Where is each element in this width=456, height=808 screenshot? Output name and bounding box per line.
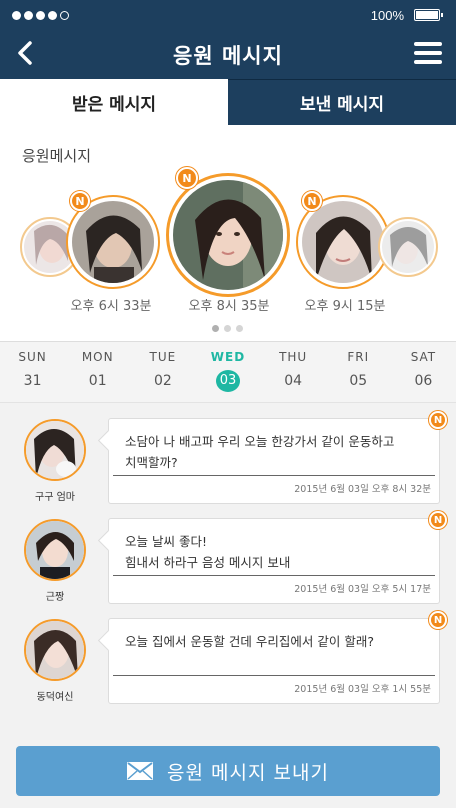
status-bar: 100% <box>0 0 456 30</box>
day-name: TUE <box>149 350 177 364</box>
cheer-time-center: 오후 8시 35분 <box>188 299 270 314</box>
person-photo <box>302 201 384 283</box>
day-name: SUN <box>18 350 47 364</box>
person-photo <box>173 180 283 290</box>
message-bubble[interactable]: 오늘 집에서 운동할 건데 우리집에서 같이 할래? 2015년 6월 03일 … <box>108 611 447 704</box>
new-badge: N <box>429 411 447 429</box>
tab-sent[interactable]: 보낸 메시지 <box>228 79 456 125</box>
message-bubble[interactable]: 소담아 나 배고파 우리 오늘 한강가서 같이 운동하고 치맥할까? 2015년… <box>108 411 447 504</box>
avatar[interactable] <box>24 619 86 681</box>
cheer-time-right: 오후 9시 15분 <box>304 299 386 314</box>
avatar-center[interactable] <box>166 173 290 297</box>
message-time: 2015년 6월 03일 오후 1시 55분 <box>294 684 431 695</box>
day-name: MON <box>81 350 114 364</box>
section-title: 응원메시지 <box>22 147 92 165</box>
day-fri[interactable]: FRI 05 <box>326 342 391 402</box>
cheer-carousel: 응원메시지 N N N 오후 6시 33분 오후 8시 35분 오후 9시 15… <box>0 125 456 341</box>
person-photo <box>26 521 84 579</box>
day-number: 02 <box>153 373 172 389</box>
day-mon[interactable]: MON 01 <box>65 342 130 402</box>
sender-name: 근짱 <box>45 592 65 603</box>
new-badge: N <box>429 611 447 629</box>
day-number: 06 <box>414 373 433 389</box>
menu-button[interactable] <box>414 42 442 64</box>
cheer-time-left: 오후 6시 33분 <box>70 299 152 314</box>
divider <box>113 475 435 476</box>
avatar[interactable] <box>24 419 86 481</box>
person-photo <box>26 621 84 679</box>
day-number: 01 <box>88 373 107 389</box>
message-text: 오늘 집에서 운동할 건데 우리집에서 같이 할래? <box>125 634 374 649</box>
person-photo <box>72 201 154 283</box>
send-cheer-button[interactable]: 응원 메시지 보내기 <box>16 746 440 796</box>
day-number: 04 <box>284 373 303 389</box>
battery-percent: 100% <box>370 8 404 23</box>
day-sat[interactable]: SAT 06 <box>391 342 456 402</box>
avatar[interactable] <box>24 519 86 581</box>
day-name: FRI <box>347 350 370 364</box>
list-item[interactable]: 동덕여신 오늘 집에서 운동할 건데 우리집에서 같이 할래? 2015년 6월… <box>0 604 456 704</box>
avatar-faded-right[interactable] <box>378 217 438 277</box>
day-thu[interactable]: THU 04 <box>261 342 326 402</box>
message-time: 2015년 6월 03일 오후 8시 32분 <box>294 484 431 495</box>
top-bar: 100% 응원 메시지 <box>0 0 456 79</box>
day-number: 31 <box>23 373 42 389</box>
message-list: 구구 엄마 소담아 나 배고파 우리 오늘 한강가서 같이 운동하고 치맥할까?… <box>0 404 456 740</box>
day-name: SAT <box>410 350 437 364</box>
message-bubble[interactable]: 오늘 날씨 좋다! 힘내서 하라구 음성 메시지 보내 2015년 6월 03일… <box>108 511 447 604</box>
person-photo <box>26 421 84 479</box>
day-name: THU <box>279 350 308 364</box>
page-dot[interactable] <box>212 325 219 332</box>
person-photo <box>382 221 434 273</box>
new-badge: N <box>429 511 447 529</box>
message-text: 오늘 날씨 좋다! 힘내서 하라구 음성 메시지 보내 <box>125 534 291 570</box>
envelope-icon <box>127 762 154 780</box>
day-number: 03 <box>215 370 240 392</box>
message-time: 2015년 6월 03일 오후 5시 17분 <box>294 584 431 595</box>
day-sun[interactable]: SUN 31 <box>0 342 65 402</box>
page-dot[interactable] <box>224 325 231 332</box>
day-name: WED <box>210 350 246 364</box>
hamburger-icon <box>414 42 442 46</box>
week-selector: SUN 31 MON 01 TUE 02 WED 03 THU 04 FRI 05 SAT 0… <box>0 341 456 403</box>
page-dot[interactable] <box>236 325 243 332</box>
message-tabs: 받은 메시지 보낸 메시지 <box>0 79 456 125</box>
tab-received[interactable]: 받은 메시지 <box>0 79 228 125</box>
send-button-label: 응원 메시지 보내기 <box>167 761 329 784</box>
day-number: 05 <box>349 373 368 389</box>
new-badge: N <box>302 191 322 211</box>
day-tue[interactable]: TUE 02 <box>130 342 195 402</box>
day-wed[interactable]: WED 03 <box>195 342 260 402</box>
page-title: 응원 메시지 <box>173 44 283 68</box>
new-badge: N <box>70 191 90 211</box>
sender-name: 동덕여신 <box>36 692 74 703</box>
divider <box>113 575 435 576</box>
list-item[interactable]: 구구 엄마 소담아 나 배고파 우리 오늘 한강가서 같이 운동하고 치맥할까?… <box>0 404 456 504</box>
new-badge: N <box>176 167 198 189</box>
list-item[interactable]: 근짱 오늘 날씨 좋다! 힘내서 하라구 음성 메시지 보내 2015년 6월 … <box>0 504 456 604</box>
message-text: 소담아 나 배고파 우리 오늘 한강가서 같이 운동하고 치맥할까? <box>125 434 395 470</box>
divider <box>113 675 435 676</box>
carousel-pager <box>212 325 243 332</box>
sender-name: 구구 엄마 <box>35 492 75 503</box>
battery-icon <box>414 9 443 21</box>
signal-icon <box>12 11 69 20</box>
